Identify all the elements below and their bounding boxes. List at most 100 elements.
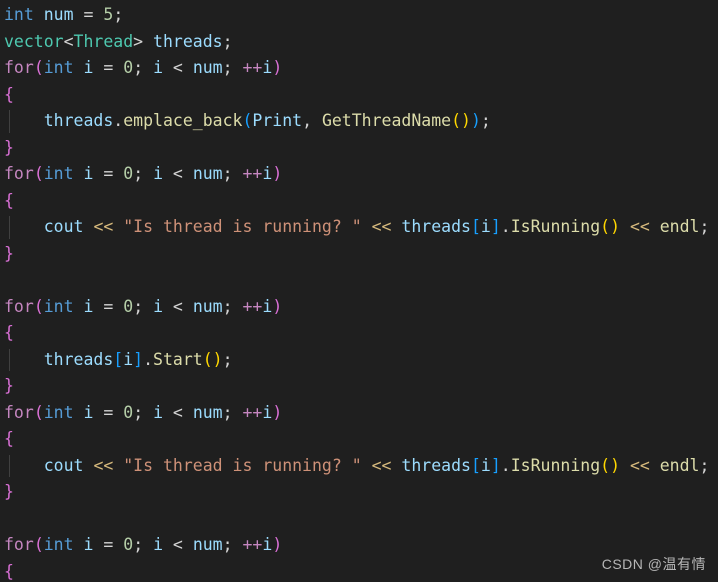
code-token: .: [500, 455, 511, 475]
code-token: threads: [43, 111, 114, 130]
code-token: for: [4, 402, 34, 422]
code-token: endl: [659, 217, 700, 236]
code-line[interactable]: [0, 506, 718, 533]
code-token: }: [4, 482, 14, 501]
code-token: <<: [93, 455, 114, 475]
code-token: =: [93, 402, 124, 422]
code-token: IsRunning: [510, 217, 601, 236]
code-token: 0: [123, 535, 134, 554]
code-token: ,: [302, 111, 322, 130]
code-token: emplace_back: [123, 111, 243, 130]
code-editor-content[interactable]: int num = 5; vector<Thread> threads; for(i…: [0, 0, 718, 582]
code-token: ;: [133, 402, 154, 422]
code-token: <: [63, 31, 74, 51]
code-line[interactable]: cout << "Is thread is running? " << thre…: [0, 214, 718, 241]
code-token: ): [272, 164, 283, 183]
code-token: 0: [123, 164, 134, 183]
code-token: <: [163, 58, 193, 77]
code-token: ;: [480, 111, 491, 130]
code-line[interactable]: threads.emplace_back(Print, GetThreadNam…: [0, 108, 718, 135]
code-line[interactable]: }: [0, 479, 718, 506]
code-token: =: [93, 58, 124, 77]
code-token: i: [83, 164, 94, 183]
code-token: i: [123, 349, 134, 369]
code-editor-screenshot: int num = 5; vector<Thread> threads; for(i…: [0, 0, 718, 582]
code-token: .: [143, 349, 154, 369]
code-token: int: [43, 402, 74, 422]
indent-guide: [9, 110, 10, 133]
code-line[interactable]: {: [0, 82, 718, 109]
code-token: ++: [242, 535, 263, 554]
code-line[interactable]: }: [0, 135, 718, 162]
code-token: for: [4, 535, 34, 554]
code-token: {: [4, 323, 14, 342]
code-token: ): [272, 296, 283, 316]
code-token: 0: [123, 58, 134, 77]
code-token: threads: [401, 455, 471, 475]
code-token: .: [113, 111, 124, 130]
code-line[interactable]: cout << "Is thread is running? " << thre…: [0, 453, 718, 480]
code-token: <<: [371, 217, 392, 236]
code-token: ;: [222, 535, 243, 554]
code-token: ;: [113, 5, 124, 24]
code-line[interactable]: for(int i = 0; i < num; ++i): [0, 400, 718, 427]
code-line[interactable]: for(int i = 0; i < num; ++i): [0, 294, 718, 321]
code-token: ++: [242, 164, 263, 183]
code-token: ;: [699, 217, 710, 236]
code-token: <<: [629, 455, 650, 475]
code-line[interactable]: threads[i].Start();: [0, 347, 718, 374]
code-line[interactable]: }: [0, 373, 718, 400]
code-token: int: [43, 164, 74, 183]
code-token: ): [272, 535, 283, 554]
code-token: i: [153, 164, 163, 183]
code-line[interactable]: vector<Thread> threads;: [0, 29, 718, 56]
code-token: ;: [133, 535, 154, 554]
code-token: IsRunning: [510, 455, 601, 475]
code-token: i: [153, 58, 163, 77]
code-token: ;: [222, 402, 243, 422]
code-token: (: [451, 111, 462, 130]
code-line[interactable]: {: [0, 426, 718, 453]
code-line[interactable]: {: [0, 320, 718, 347]
code-token: {: [4, 84, 14, 104]
code-token: ;: [222, 31, 233, 51]
code-line[interactable]: [0, 267, 718, 294]
code-token: ;: [133, 296, 154, 316]
code-token: (: [33, 164, 44, 183]
code-line[interactable]: int num = 5;: [0, 2, 718, 29]
code-token: <<: [629, 217, 650, 236]
code-token: ;: [133, 58, 154, 77]
code-token: ): [212, 349, 223, 369]
code-token: ;: [222, 296, 243, 316]
code-token: i: [153, 296, 163, 316]
code-token: ;: [222, 349, 233, 369]
code-token: (: [600, 217, 611, 236]
code-token: <: [163, 535, 193, 554]
code-token: (: [33, 402, 44, 422]
code-token: cout: [43, 217, 84, 236]
code-token: <: [163, 296, 193, 316]
code-token: i: [480, 217, 491, 236]
code-token: (: [202, 349, 213, 369]
code-token: }: [4, 243, 14, 263]
code-token: i: [480, 455, 491, 475]
code-line[interactable]: for(int i = 0; i < num; ++i): [0, 55, 718, 82]
code-token: ]: [490, 217, 501, 236]
code-token: {: [4, 561, 14, 581]
code-line[interactable]: for(int i = 0; i < num; ++i): [0, 161, 718, 188]
code-line[interactable]: {: [0, 188, 718, 215]
code-line[interactable]: }: [0, 241, 718, 268]
